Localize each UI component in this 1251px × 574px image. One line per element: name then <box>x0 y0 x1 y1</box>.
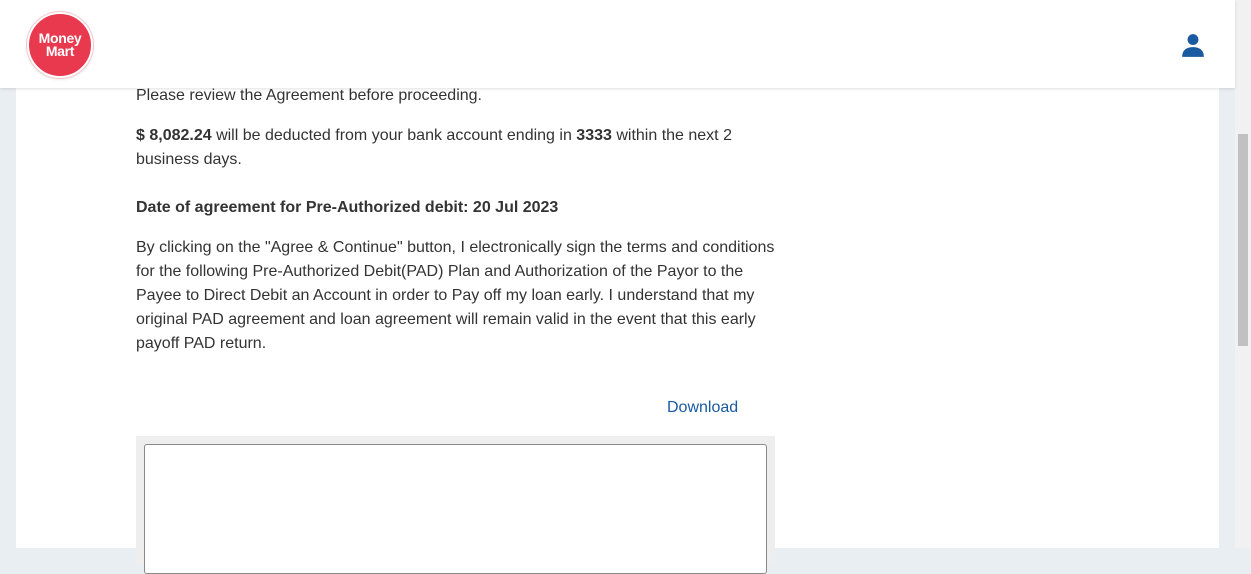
deduction-text-mid: will be deducted from your bank account … <box>211 127 577 144</box>
logo-text-line2: Mart <box>45 43 75 59</box>
user-account-button[interactable] <box>1178 30 1208 60</box>
agreement-date: Date of agreement for Pre-Authorized deb… <box>136 199 559 216</box>
legal-consent-text: By clicking on the "Agree & Continue" bu… <box>136 239 775 352</box>
deduction-amount: $ 8,082.24 <box>136 127 212 144</box>
page-scrollbar[interactable] <box>1235 0 1251 548</box>
top-header: Money Mart <box>0 0 1235 88</box>
download-link[interactable]: Download <box>667 396 738 420</box>
account-ending: 3333 <box>576 127 612 144</box>
scrollbar-thumb[interactable] <box>1238 134 1248 346</box>
user-account-icon <box>1182 34 1204 57</box>
deduction-notice: $ 8,082.24 will be deducted from your ba… <box>136 124 776 172</box>
agreement-document-viewer[interactable] <box>144 444 767 574</box>
agreement-document-frame <box>136 436 775 574</box>
money-mart-logo[interactable]: Money Mart <box>27 12 93 78</box>
